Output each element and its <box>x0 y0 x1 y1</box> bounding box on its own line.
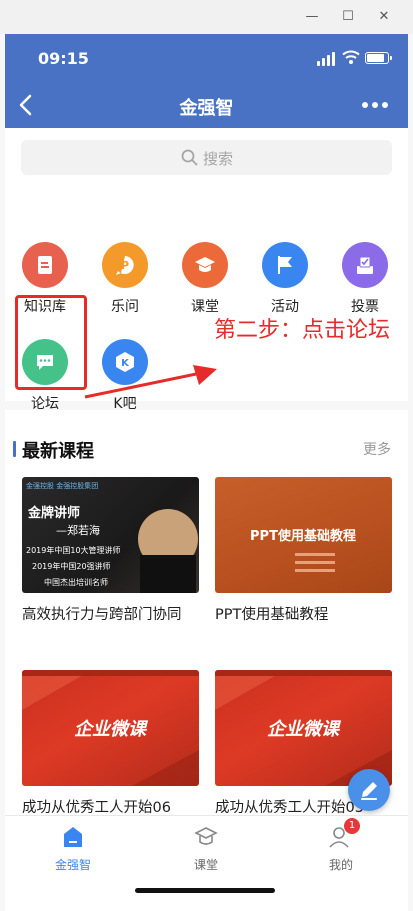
course-title: 高效执行力与跨部门协同 <box>22 607 182 623</box>
status-bar: 09:15 <box>5 34 408 82</box>
profile-icon: 1 <box>328 818 360 850</box>
search-placeholder: 搜索 <box>203 150 234 168</box>
pencil-icon <box>361 782 377 800</box>
svg-text:—郑若海: —郑若海 <box>56 523 100 537</box>
course-thumbnail: PPT使用基础教程 <box>215 477 392 593</box>
svg-text:中国杰出培训名师: 中国杰出培训名师 <box>44 577 108 587</box>
section-title: 最新课程 <box>22 441 94 462</box>
svg-text:企业微课: 企业微课 <box>267 719 342 740</box>
svg-text:2019年中国20强讲师: 2019年中国20强讲师 <box>32 561 111 571</box>
annotation-arrow-icon <box>84 365 217 399</box>
course-card[interactable]: 金强控股 金强控股集团 金牌讲师 —郑若海 2019年中国10大管理讲师 201… <box>22 477 199 624</box>
compose-button[interactable] <box>348 769 390 811</box>
notification-badge: 1 <box>344 818 360 834</box>
more-courses-link[interactable]: 更多 <box>363 439 391 459</box>
status-time: 09:15 <box>38 49 89 68</box>
svg-text:2019年中国10大管理讲师: 2019年中国10大管理讲师 <box>26 545 121 555</box>
classroom-tab-icon <box>193 824 219 850</box>
battery-level <box>367 54 385 62</box>
course-title: 成功从优秀工人开始06 <box>22 800 171 816</box>
minimize-button[interactable]: — <box>303 8 321 26</box>
classroom-icon <box>182 242 228 288</box>
svg-text:金强控股 金强控股集团: 金强控股 金强控股集团 <box>26 481 98 490</box>
flag-icon <box>262 242 308 288</box>
grid-label-question: 乐问 <box>111 299 139 315</box>
course-card[interactable]: PPT使用基础教程 PPT使用基础教程 <box>215 477 392 624</box>
svg-text:金牌讲师: 金牌讲师 <box>27 505 80 521</box>
bottom-tab-bar: 金强智 课堂 1 我的 <box>5 815 408 911</box>
forum-highlight-box <box>15 295 87 390</box>
tab-profile[interactable]: 1 我的 <box>301 818 381 873</box>
grid-item-question[interactable]: P 乐问 <box>93 242 157 316</box>
section-accent-bar <box>13 441 16 457</box>
nav-bar: 金强智 <box>5 82 408 128</box>
maximize-button[interactable]: ☐ <box>339 8 357 26</box>
vote-icon <box>342 242 388 288</box>
annotation-text: 第二步：点击论坛 <box>214 318 391 343</box>
close-window-button[interactable]: ✕ <box>375 8 393 26</box>
course-title: PPT使用基础教程 <box>215 607 329 623</box>
signal-icon <box>317 52 337 66</box>
page-title: 金强智 <box>179 98 234 119</box>
tab-classroom[interactable]: 课堂 <box>166 824 246 873</box>
latest-courses-section: 最新课程 更多 金强控股 金强控股集团 金牌讲师 —郑若海 2019年中国10大… <box>5 410 408 817</box>
search-icon <box>181 149 198 166</box>
svg-text:PPT使用基础教程: PPT使用基础教程 <box>250 528 356 544</box>
tab-label-classroom: 课堂 <box>193 858 218 872</box>
phone-screen: 09:15 金强智 搜索 知识库 P 乐问 课堂 活动 投票 论坛 K K吧 第… <box>5 34 408 911</box>
window-title-bar: — ☐ ✕ <box>0 0 413 34</box>
grid-label-activity: 活动 <box>271 299 299 315</box>
svg-text:企业微课: 企业微课 <box>74 719 149 740</box>
question-icon: P <box>102 242 148 288</box>
course-card[interactable]: 企业微课 成功从优秀工人开始06 <box>22 670 199 817</box>
home-icon <box>60 824 86 850</box>
knowledge-base-icon <box>22 242 68 288</box>
wifi-icon <box>342 50 360 64</box>
tab-label-home: 金强智 <box>54 858 91 872</box>
search-input[interactable]: 搜索 <box>21 140 392 175</box>
battery-icon <box>365 52 392 64</box>
grid-item-classroom[interactable]: 课堂 <box>173 242 237 316</box>
grid-label-vote: 投票 <box>351 299 379 315</box>
grid-item-activity[interactable]: 活动 <box>253 242 317 316</box>
home-indicator <box>135 888 275 893</box>
course-thumbnail: 企业微课 <box>22 670 199 786</box>
tab-home[interactable]: 金强智 <box>33 824 113 873</box>
grid-item-vote[interactable]: 投票 <box>333 242 397 316</box>
course-thumbnail: 金强控股 金强控股集团 金牌讲师 —郑若海 2019年中国10大管理讲师 201… <box>22 477 199 593</box>
tab-label-profile: 我的 <box>328 858 353 872</box>
svg-text:P: P <box>121 259 129 272</box>
grid-label-classroom: 课堂 <box>191 299 219 315</box>
more-options-icon[interactable] <box>362 102 388 108</box>
app-window: — ☐ ✕ 09:15 金强智 搜索 知识库 P 乐问 课堂 活动 投票 论坛 … <box>0 0 413 911</box>
